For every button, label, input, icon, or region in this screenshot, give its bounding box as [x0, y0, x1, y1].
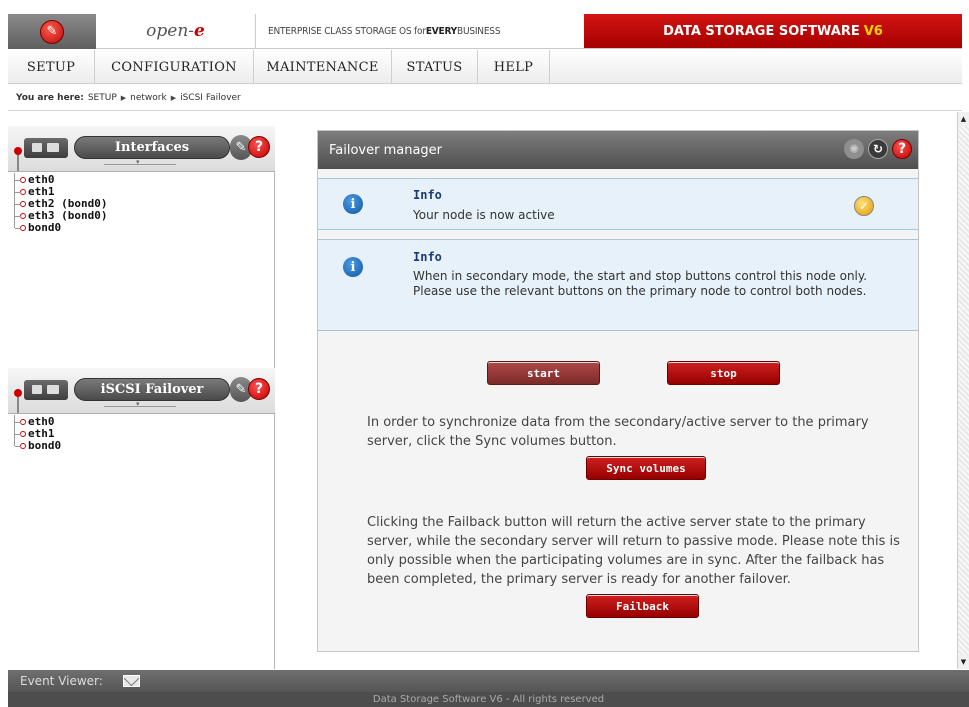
refresh-icon[interactable]: ↻ [868, 139, 888, 159]
panel-bullet-icon [14, 147, 22, 155]
tree-item-eth0[interactable]: eth0 [12, 173, 107, 186]
tagline-bold: EVERY [425, 25, 457, 37]
mail-icon[interactable] [122, 675, 140, 687]
product-name: DATA STORAGE SOFTWARE [663, 23, 860, 39]
gear-icon[interactable]: ✺ [844, 139, 864, 159]
start-button[interactable]: start [487, 361, 600, 385]
help-icon[interactable]: ? [248, 378, 270, 400]
top-banner: ✎ open-e ENTERPRISE CLASS STORAGE OS for… [8, 14, 962, 49]
iscsi-failover-panel-header: iSCSI Failover ✎ ? [8, 368, 275, 414]
help-icon[interactable]: ? [248, 136, 270, 158]
node-bullet-icon [20, 419, 26, 425]
breadcrumb-arrow-icon: ▶ [120, 93, 127, 102]
node-bullet-icon [20, 201, 26, 207]
breadcrumb-prefix: You are here: [16, 92, 84, 103]
iscsi-failover-title: iSCSI Failover [74, 378, 230, 401]
brand-logo: open-e [96, 14, 256, 48]
product-title: DATA STORAGE SOFTWARE V6 [584, 14, 962, 48]
event-viewer-label: Event Viewer: [20, 674, 103, 688]
info-box-secondary-mode: i Info When in secondary mode, the start… [318, 239, 918, 331]
menu-help[interactable]: HELP [478, 50, 550, 84]
panel-connector [17, 397, 19, 413]
failback-button[interactable]: Failback [586, 594, 699, 618]
vertical-scrollbar[interactable]: ▲ ▼ [957, 112, 969, 669]
interfaces-tree: eth0 eth1 eth2 (bond0) eth3 (bond0) bond… [12, 173, 107, 234]
info-icon: i [343, 194, 363, 214]
tree-item-label: bond0 [28, 221, 62, 234]
scroll-down-icon[interactable]: ▼ [958, 655, 969, 669]
logo-area[interactable]: ✎ [8, 14, 96, 49]
failover-hand-icon [24, 380, 68, 400]
info-icon: i [343, 257, 363, 277]
node-bullet-icon [20, 431, 26, 437]
failover-manager-panel: Failover manager ✺ ↻ ? i Info Your node … [317, 130, 919, 652]
iscsi-failover-tree: eth0 eth1 bond0 [12, 415, 62, 452]
info-text: Your node is now active [413, 208, 555, 222]
tagline-end: BUSINESS [456, 25, 501, 37]
sync-description: In order to synchronize data from the se… [367, 415, 869, 449]
stop-button[interactable]: stop [667, 361, 780, 385]
breadcrumb-item-setup[interactable]: SETUP [88, 93, 117, 103]
checkmark-icon: ✓ [854, 196, 874, 216]
main-menu: SETUP CONFIGURATION MAINTENANCE STATUS H… [8, 50, 962, 84]
wrench-logo-icon: ✎ [40, 19, 64, 44]
menu-maintenance[interactable]: MAINTENANCE [254, 50, 392, 84]
breadcrumb: You are here: SETUP ▶ network ▶ iSCSI Fa… [8, 85, 962, 111]
info-text: When in secondary mode, the start and st… [413, 269, 868, 298]
info-title: Info [413, 250, 442, 264]
header-icons: ✺ ↻ ? [844, 139, 912, 159]
menu-status[interactable]: STATUS [392, 50, 478, 84]
interfaces-title: Interfaces [74, 136, 230, 159]
help-icon[interactable]: ? [892, 139, 912, 159]
tree-item-bond0[interactable]: bond0 [12, 439, 62, 452]
breadcrumb-arrow-icon: ▶ [170, 93, 177, 102]
failover-manager-header: Failover manager ✺ ↻ ? [318, 131, 918, 169]
failover-manager-title: Failover manager [329, 142, 443, 158]
menu-setup[interactable]: SETUP [8, 50, 95, 84]
failback-description: Clicking the Failback button will return… [367, 515, 900, 587]
breadcrumb-item-network[interactable]: network [130, 93, 167, 103]
sidebar: Interfaces ✎ ? eth0 eth1 eth2 (bond0) et… [8, 126, 275, 669]
tagline-plain: ENTERPRISE CLASS STORAGE OS for [268, 25, 426, 37]
interfaces-panel-header: Interfaces ✎ ? [8, 126, 275, 172]
breadcrumb-item-iscsi-failover[interactable]: iSCSI Failover [180, 93, 241, 103]
tree-item-bond0[interactable]: bond0 [12, 221, 107, 234]
copyright-bar: Data Storage Software V6 - All rights re… [8, 692, 969, 707]
menu-configuration[interactable]: CONFIGURATION [95, 50, 254, 84]
node-bullet-icon [20, 189, 26, 195]
panel-bullet-icon [14, 389, 22, 397]
panel-divider [104, 158, 176, 166]
scroll-up-icon[interactable]: ▲ [958, 112, 969, 126]
sync-volumes-button[interactable]: Sync volumes [586, 456, 706, 480]
tagline: ENTERPRISE CLASS STORAGE OS for EVERY BU… [256, 14, 584, 48]
brand-suffix: e [194, 21, 205, 41]
node-bullet-icon [20, 213, 26, 219]
panel-divider [104, 400, 176, 408]
network-card-icon [24, 138, 68, 158]
event-viewer-bar: Event Viewer: [8, 670, 969, 692]
product-version: V6 [863, 23, 883, 39]
node-bullet-icon [20, 443, 26, 449]
info-title: Info [413, 188, 442, 202]
panel-connector [17, 155, 19, 171]
node-bullet-icon [20, 177, 26, 183]
copyright-text: Data Storage Software V6 - All rights re… [372, 694, 605, 705]
tree-item-label: bond0 [28, 439, 62, 452]
node-bullet-icon [20, 225, 26, 231]
brand-prefix: open- [146, 21, 195, 41]
info-box-active: i Info Your node is now active ✓ [318, 178, 918, 230]
